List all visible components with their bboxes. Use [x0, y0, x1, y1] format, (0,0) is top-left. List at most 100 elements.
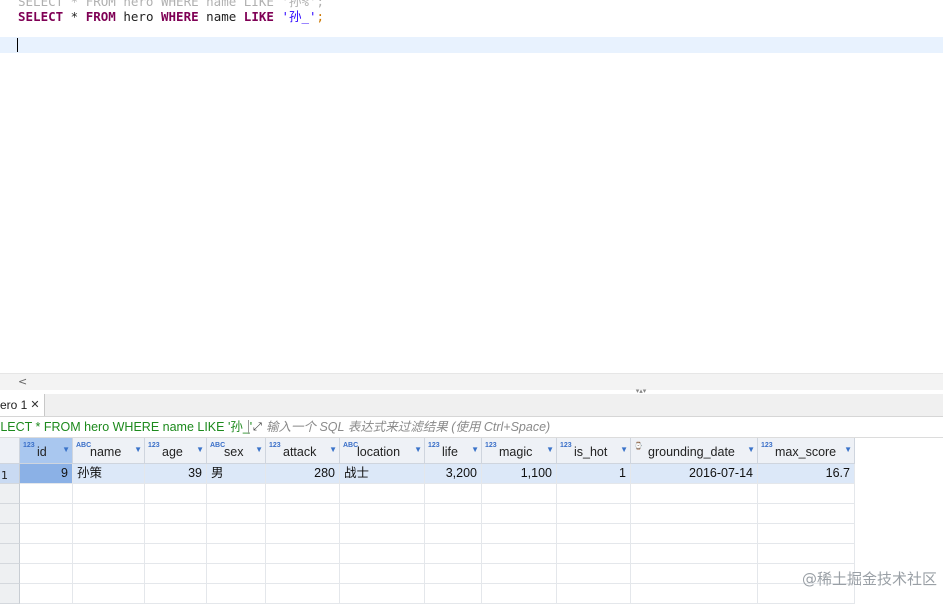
column-type-icon: 123	[560, 442, 572, 449]
table-cell-id[interactable]: 9	[20, 464, 73, 484]
column-header-attack[interactable]: 123 attack ▼	[266, 438, 340, 464]
chevron-down-icon[interactable]: ▼	[471, 445, 479, 454]
column-header-max-score[interactable]: 123 max_score ▼	[758, 438, 855, 464]
current-query-line: SELECT * FROM hero WHERE name LIKE '孙_';	[18, 6, 324, 25]
column-header-id[interactable]: 123 id ▼	[20, 438, 73, 464]
empty-cell	[340, 564, 425, 584]
empty-cell	[482, 564, 557, 584]
chevron-down-icon[interactable]: ▼	[255, 445, 263, 454]
empty-row-number	[0, 524, 20, 544]
table-cell-age[interactable]: 39	[145, 464, 207, 484]
current-line-highlight	[0, 37, 943, 53]
filter-input[interactable]: 输入一个 SQL 表达式来过滤结果 (使用 Ctrl+Space)	[266, 417, 550, 437]
column-name: age	[162, 445, 183, 459]
column-type-icon: 123	[148, 442, 160, 449]
column-header-is-hot[interactable]: 123 is_hot ▼	[557, 438, 631, 464]
column-name: grounding_date	[648, 445, 735, 459]
chevron-down-icon[interactable]: ▼	[62, 445, 70, 454]
chevron-down-icon[interactable]: ▼	[134, 445, 142, 454]
column-header-name[interactable]: ABC name ▼	[73, 438, 145, 464]
row-number-label: 1	[1, 469, 8, 482]
divider	[248, 420, 249, 434]
empty-cell	[482, 504, 557, 524]
empty-cell	[425, 544, 482, 564]
empty-cell	[482, 584, 557, 604]
empty-cell	[73, 564, 145, 584]
empty-cell	[266, 564, 340, 584]
chevron-down-icon[interactable]: ▼	[747, 445, 755, 454]
chevron-down-icon[interactable]: ▼	[196, 445, 204, 454]
empty-cell	[631, 504, 758, 524]
empty-cell	[340, 584, 425, 604]
chevron-down-icon[interactable]: ▼	[414, 445, 422, 454]
table-cell-max-score[interactable]: 16.7	[758, 464, 855, 484]
column-type-icon: 123	[485, 442, 497, 449]
chevron-down-icon[interactable]: ▼	[546, 445, 554, 454]
column-type-icon: ABC	[343, 442, 359, 449]
empty-cell	[145, 524, 207, 544]
empty-cell	[557, 564, 631, 584]
empty-cell	[340, 524, 425, 544]
column-header-life[interactable]: 123 life ▼	[425, 438, 482, 464]
empty-cell	[425, 524, 482, 544]
query-column: name	[198, 9, 244, 24]
column-header-magic[interactable]: 123 magic ▼	[482, 438, 557, 464]
empty-cell	[425, 484, 482, 504]
text-caret	[17, 38, 18, 52]
empty-cell	[207, 524, 266, 544]
empty-row-number	[0, 504, 20, 524]
column-header-grounding-date[interactable]: ⌚ grounding_date ▼	[631, 438, 758, 464]
table-cell-is-hot[interactable]: 1	[557, 464, 631, 484]
column-header-location[interactable]: ABC location ▼	[340, 438, 425, 464]
table-cell-life[interactable]: 3,200	[425, 464, 482, 484]
row-number[interactable]: 1	[0, 464, 20, 484]
empty-cell	[20, 524, 73, 544]
column-type-icon: ABC	[76, 442, 92, 449]
chevron-down-icon[interactable]: ▼	[844, 445, 852, 454]
table-cell-magic[interactable]: 1,100	[482, 464, 557, 484]
table-cell-grounding-date[interactable]: 2016-07-14	[631, 464, 758, 484]
keyword-where: WHERE	[161, 9, 199, 24]
horizontal-scrollbar[interactable]: < ▾▴▾	[0, 373, 943, 395]
table-cell-sex[interactable]: 男	[207, 464, 266, 484]
tab-result-label: ero 1	[0, 398, 28, 412]
query-string: '孙_'	[281, 9, 317, 24]
empty-cell	[266, 544, 340, 564]
empty-cell	[482, 484, 557, 504]
empty-cell	[340, 504, 425, 524]
empty-cell	[20, 564, 73, 584]
empty-cell	[425, 584, 482, 604]
chevron-down-icon[interactable]: ▼	[620, 445, 628, 454]
empty-row-number	[0, 544, 20, 564]
table-cell-location[interactable]: 战士	[340, 464, 425, 484]
close-icon[interactable]: ✕	[30, 394, 39, 416]
empty-cell	[73, 584, 145, 604]
scroll-left-icon[interactable]: <	[18, 375, 27, 388]
chevron-down-icon[interactable]: ▼	[329, 445, 337, 454]
empty-cell	[482, 524, 557, 544]
column-header-age[interactable]: 123 age ▼	[145, 438, 207, 464]
empty-cell	[266, 584, 340, 604]
empty-cell	[631, 524, 758, 544]
empty-cell	[145, 504, 207, 524]
empty-cell	[266, 504, 340, 524]
watermark: @稀土掘金技术社区	[801, 570, 937, 588]
executed-query-label: ELECT * FROM hero WHERE name LIKE '孙_'	[0, 420, 253, 434]
empty-cell	[631, 564, 758, 584]
empty-cell	[425, 564, 482, 584]
expand-icon[interactable]: ⤢	[253, 417, 262, 437]
empty-cell	[557, 544, 631, 564]
tab-result[interactable]: ero 1 ✕	[0, 394, 45, 416]
column-type-icon: ⌚	[634, 443, 643, 450]
row-header-corner[interactable]	[0, 438, 20, 464]
sql-editor[interactable]: SELECT * FROM hero WHERE name LIKE '孙%';…	[0, 0, 943, 373]
empty-cell	[758, 504, 855, 524]
table-cell-attack[interactable]: 280	[266, 464, 340, 484]
empty-cell	[207, 504, 266, 524]
query-table: hero	[115, 9, 161, 24]
column-name: id	[37, 445, 47, 459]
column-header-sex[interactable]: ABC sex ▼	[207, 438, 266, 464]
table-cell-name[interactable]: 孙策	[73, 464, 145, 484]
column-name: life	[442, 445, 458, 459]
column-name: magic	[499, 445, 533, 459]
